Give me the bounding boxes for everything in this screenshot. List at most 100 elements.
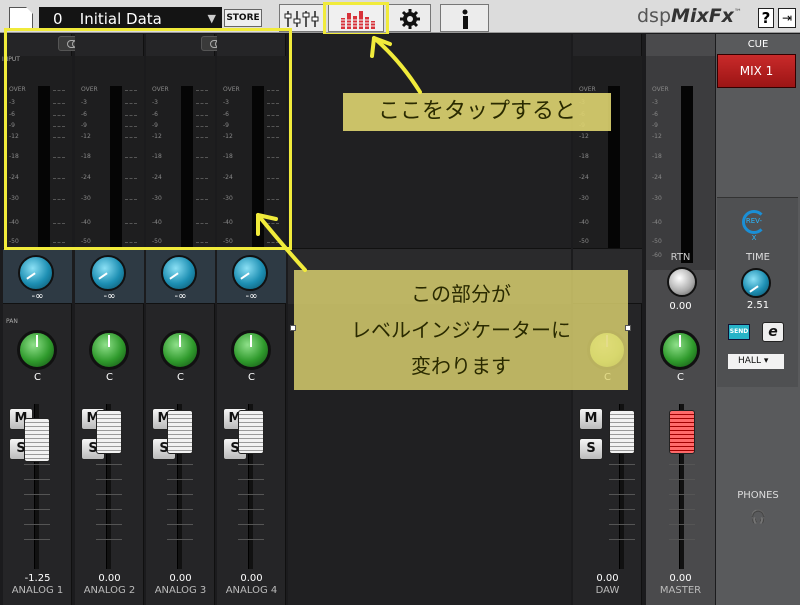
fader-handle[interactable] [238, 410, 264, 454]
solo-button[interactable]: S [579, 438, 603, 460]
reverb-type-select[interactable]: HALL ▾ [728, 354, 784, 369]
pan-knob[interactable] [89, 330, 129, 370]
pan-value: C [34, 372, 41, 383]
callout-line: レベルインジケーターに [351, 318, 571, 342]
gain-control: -∞ [146, 248, 215, 304]
pan-value: C [106, 372, 113, 383]
rtn-knob[interactable] [667, 267, 697, 297]
master-fader-handle[interactable] [669, 410, 695, 454]
meter-bar [681, 86, 693, 263]
gear-icon [400, 9, 420, 29]
fader-value: 0.00 [240, 573, 263, 584]
fader-handle[interactable] [24, 418, 50, 462]
reverb-time-value: 2.51 [746, 300, 770, 311]
meter-scale-label: -18 [652, 153, 662, 160]
time-label: TIME [745, 252, 770, 263]
rev-x-logo: REV-X [742, 210, 766, 242]
mute-button[interactable]: M [579, 408, 603, 430]
gain-value: -∞ [31, 291, 44, 302]
phones-label: PHONES [737, 490, 779, 501]
meter-scale-label: -30 [579, 195, 589, 202]
pan-knob[interactable] [231, 330, 271, 370]
mix-1-button[interactable]: MIX 1 [717, 54, 796, 88]
reverb-type-value: HALL [738, 356, 761, 366]
meter-scale: OVER-3-6-9-12-18-24-30-40-50-60 [652, 86, 680, 263]
channel-name: ANALOG 1 [11, 585, 64, 596]
pan-value: C [248, 372, 255, 383]
gain-knob[interactable] [232, 255, 268, 291]
gain-control: -∞ [3, 248, 72, 304]
channel-name: ANALOG 4 [225, 585, 278, 596]
fader-handle[interactable] [96, 410, 122, 454]
rtn-value: 0.00 [669, 301, 692, 312]
gain-value: -∞ [103, 291, 116, 302]
pan-control: C [75, 320, 144, 386]
input-meter-highlight [4, 28, 292, 250]
pan-value: C [677, 372, 684, 383]
fader-value: 0.00 [669, 573, 692, 584]
meter-scale-label: -9 [652, 122, 658, 129]
gain-control: -∞ [217, 248, 286, 304]
gain-knob[interactable] [161, 255, 197, 291]
fader-handle[interactable] [167, 410, 193, 454]
pan-control: C [146, 320, 215, 386]
meter-scale-label: OVER [652, 86, 669, 93]
meter-scale-label: -24 [652, 174, 662, 181]
reverb-time-knob[interactable] [741, 268, 771, 298]
pan-knob[interactable] [17, 330, 57, 370]
meter-scale-label: -18 [579, 153, 589, 160]
rtn-label: RTN [670, 252, 691, 263]
tab-info[interactable] [440, 4, 489, 32]
fader-value: -1.25 [24, 573, 51, 584]
channel-name: MASTER [659, 585, 702, 596]
brand-logo-dsp: dsp [637, 5, 672, 27]
brand-logo-tm: ™ [733, 7, 742, 17]
meter-scale-label: -6 [652, 111, 658, 118]
master-level-meter: OVER -3 -6 -9 -12 -18 -24 -30 -40 -50 -60 [646, 56, 715, 270]
cue-label: CUE [747, 39, 769, 50]
channel-name: DAW [595, 585, 620, 596]
pan-value: C [177, 372, 184, 383]
fader-value: 0.00 [596, 573, 619, 584]
meter-scale-label: -3 [652, 99, 658, 106]
meter-scale-label: -50 [579, 238, 589, 245]
brand-logo: dspMixFx™ [637, 5, 742, 27]
callout-explanation: この部分が レベルインジケーターに 変わります [294, 270, 628, 390]
brand-logo-mixfx: MixFx [671, 5, 734, 27]
selection-handle [625, 325, 631, 331]
gain-knob[interactable] [90, 255, 126, 291]
master-strip: OVER -3 -6 -9 -12 -18 -24 -30 -40 -50 -60 0.00 C 0… [646, 34, 715, 605]
pan-section-label: PAN [6, 318, 18, 325]
pan-knob[interactable] [660, 330, 700, 370]
fader-value: 0.00 [98, 573, 121, 584]
gain-knob[interactable] [18, 255, 54, 291]
meter-scale-label: -24 [579, 174, 589, 181]
meter-scale-label: OVER [579, 86, 596, 93]
edit-effect-button[interactable]: e [762, 322, 784, 342]
help-button[interactable]: ? [758, 8, 774, 28]
meter-scale-label: -30 [652, 195, 662, 202]
info-icon [462, 9, 468, 29]
pan-control: C [3, 320, 72, 386]
callout-line: この部分が [411, 282, 511, 306]
gain-value: -∞ [174, 291, 187, 302]
level-meter: OVER-3-6-9-12-18-24-30-40-50-60 [573, 56, 642, 270]
selection-handle [290, 325, 296, 331]
pan-knob[interactable] [160, 330, 200, 370]
callout-tap-here: ここをタップすると [343, 93, 611, 131]
preset-name: Initial Data [79, 10, 162, 28]
meter-scale-label: -12 [652, 133, 662, 140]
meter-scale-label: -40 [652, 219, 662, 226]
fader-handle[interactable] [609, 410, 635, 454]
send-button[interactable]: SEND [728, 324, 750, 340]
logout-icon[interactable]: ⇥ [778, 8, 796, 28]
store-button[interactable]: STORE [224, 9, 262, 27]
gain-value: -∞ [245, 291, 258, 302]
tab-settings[interactable] [388, 4, 431, 32]
meter-scale-label: -50 [652, 238, 662, 245]
callout-line: 変わります [411, 354, 511, 378]
channel-name: ANALOG 2 [83, 585, 136, 596]
meter-tab-highlight [323, 2, 389, 36]
pan-control: C [217, 320, 286, 386]
channel-name: ANALOG 3 [154, 585, 207, 596]
